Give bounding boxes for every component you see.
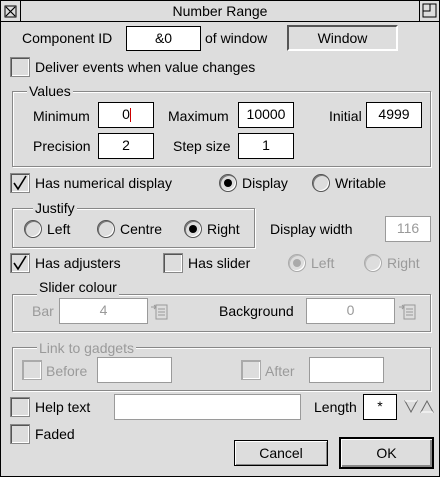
toggle-size-button[interactable] <box>419 1 439 21</box>
slider-checkbox[interactable] <box>163 253 183 273</box>
precision-field[interactable]: 2 <box>98 133 154 159</box>
slider-left-label: Left <box>311 255 335 271</box>
slider-right-radio[interactable] <box>364 254 382 272</box>
bar-colour-menu-button[interactable] <box>151 301 169 321</box>
writable-radio-label: Writable <box>335 175 387 191</box>
maximum-field[interactable]: 10000 <box>238 102 294 128</box>
faded-checkbox[interactable] <box>10 424 30 444</box>
display-radio[interactable] <box>219 174 237 192</box>
numerical-display-label: Has numerical display <box>35 175 172 191</box>
background-colour-field[interactable]: 0 <box>306 298 395 324</box>
step-size-label: Step size <box>173 138 231 154</box>
window-title: Number Range <box>172 3 268 19</box>
close-window-button[interactable] <box>1 1 21 21</box>
maximum-label: Maximum <box>168 108 229 124</box>
justify-right-label: Right <box>207 221 240 237</box>
slider-colour-group-label: Slider colour <box>37 278 119 296</box>
before-field[interactable] <box>97 357 172 383</box>
justify-centre-radio[interactable] <box>97 220 115 238</box>
justify-left-label: Left <box>47 221 71 237</box>
background-colour-menu-button[interactable] <box>399 301 417 321</box>
justify-right-radio[interactable] <box>184 220 202 238</box>
decrement-arrow-icon[interactable] <box>404 399 418 413</box>
component-id-field[interactable]: &0 <box>126 26 201 51</box>
after-checkbox[interactable] <box>241 360 261 380</box>
values-group-label: Values <box>27 82 73 100</box>
help-text-label: Help text <box>35 399 91 415</box>
display-width-field[interactable]: 116 <box>385 216 431 242</box>
step-size-field[interactable]: 1 <box>238 133 294 159</box>
background-colour-label: Background <box>219 303 294 319</box>
bar-colour-label: Bar <box>32 303 54 319</box>
adjusters-checkbox[interactable] <box>10 253 30 273</box>
justify-group-label: Justify <box>33 199 77 217</box>
display-radio-label: Display <box>242 175 288 191</box>
faded-label: Faded <box>35 426 75 442</box>
title-bar[interactable]: Number Range <box>1 1 439 22</box>
of-window-label: of window <box>205 30 268 46</box>
tick-icon <box>13 255 27 271</box>
slider-label: Has slider <box>188 255 251 271</box>
after-label: After <box>265 363 295 379</box>
initial-field[interactable]: 4999 <box>366 102 422 128</box>
link-gadgets-group-label: Link to gadgets <box>37 339 136 357</box>
minimum-field[interactable]: 0 <box>98 102 154 128</box>
component-id-label: Component ID <box>22 30 113 46</box>
menu-arrow-icon <box>399 304 416 320</box>
number-range-window: Number Range Component ID &0 of window W… <box>0 0 440 477</box>
bar-colour-field[interactable]: 4 <box>59 298 148 324</box>
precision-label: Precision <box>33 138 91 154</box>
help-text-field[interactable] <box>114 394 301 420</box>
display-width-label: Display width <box>270 221 353 237</box>
adjusters-label: Has adjusters <box>35 255 121 271</box>
toggle-size-icon <box>422 3 437 18</box>
length-label: Length <box>314 399 357 415</box>
writable-radio[interactable] <box>312 174 330 192</box>
numerical-display-checkbox[interactable] <box>10 173 30 193</box>
justify-centre-label: Centre <box>120 221 163 237</box>
slider-right-label: Right <box>387 255 420 271</box>
deliver-events-label: Deliver events when value changes <box>35 59 256 75</box>
increment-arrow-icon[interactable] <box>420 399 434 413</box>
before-label: Before <box>46 363 88 379</box>
help-text-checkbox[interactable] <box>10 397 30 417</box>
ok-button[interactable]: OK <box>339 437 434 469</box>
justify-left-radio[interactable] <box>24 220 42 238</box>
before-checkbox[interactable] <box>22 360 42 380</box>
deliver-events-checkbox[interactable] <box>10 57 30 77</box>
menu-arrow-icon <box>151 304 168 320</box>
cancel-button[interactable]: Cancel <box>234 440 328 466</box>
minimum-label: Minimum <box>33 108 90 124</box>
after-field[interactable] <box>309 357 384 383</box>
slider-left-radio[interactable] <box>288 254 306 272</box>
window-name-display: Window <box>287 25 398 51</box>
tick-icon <box>13 175 27 191</box>
text-caret <box>130 108 131 122</box>
initial-label: Initial <box>329 108 362 124</box>
length-field[interactable]: * <box>363 394 397 420</box>
close-icon <box>4 5 17 18</box>
